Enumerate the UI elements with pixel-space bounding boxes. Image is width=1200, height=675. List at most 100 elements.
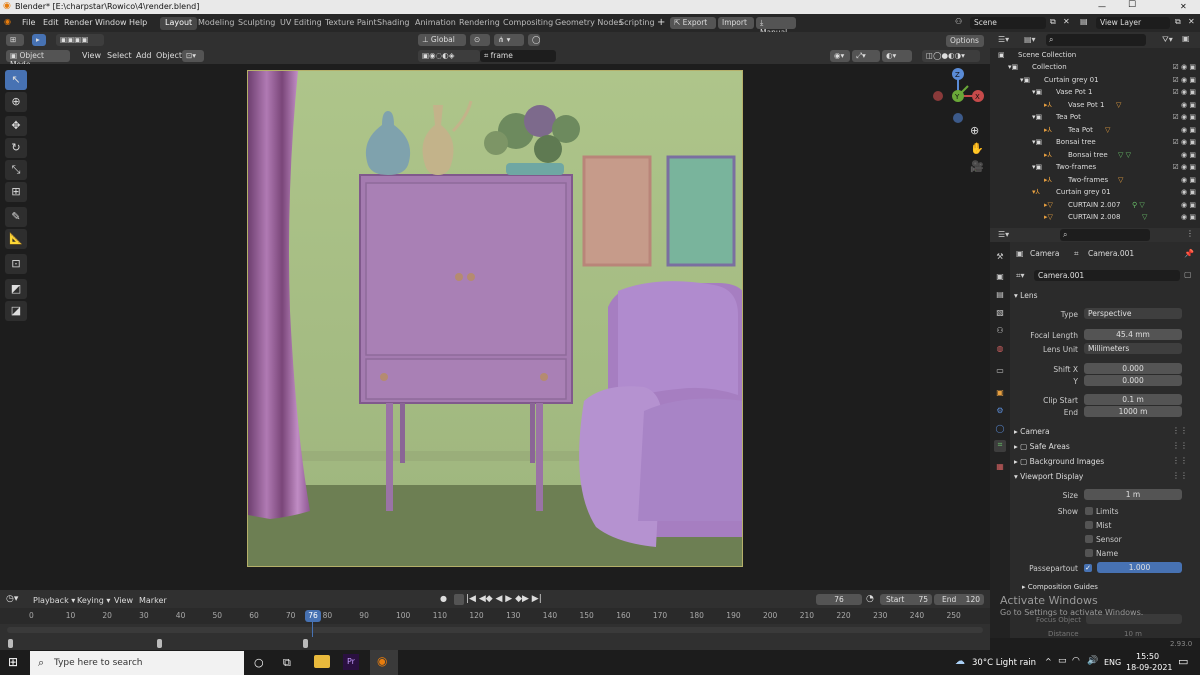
outliner-row[interactable]: ▣ Scene Collection (990, 49, 1200, 62)
menu-object[interactable]: Object (156, 51, 182, 60)
annotate-tool-icon[interactable]: ✎ (5, 207, 27, 227)
start-frame-field[interactable]: Start 75 (880, 594, 932, 605)
task-view-icon[interactable]: ⧉ (283, 656, 291, 670)
outliner-row[interactable]: ▸▽ CURTAIN 2.007 ⚲ ▽ ◉ ▣ (990, 199, 1200, 212)
lens-unit-dropdown[interactable]: Millimeters (1084, 343, 1182, 354)
record-icon[interactable]: ● (440, 594, 447, 603)
cortana-icon[interactable]: ○ (254, 656, 264, 669)
clip-start-field[interactable]: 0.1 m (1084, 394, 1182, 405)
add-workspace-button[interactable]: + (657, 17, 665, 28)
current-frame-field[interactable]: 76 (816, 594, 862, 605)
editor-type-icon[interactable]: ⊞ (6, 34, 24, 46)
pan-hand-icon[interactable]: ✋ (970, 142, 984, 155)
transform-tool-icon[interactable]: ⊞ (5, 182, 27, 202)
selection-mode-icons[interactable]: ▣▣▣▣ (56, 34, 104, 46)
menu-help[interactable]: Help (129, 18, 147, 27)
options-dropdown[interactable]: Options (946, 35, 984, 47)
size-field[interactable]: 1 m (1084, 489, 1182, 500)
shading-mode-icons[interactable]: ◫◯●◐◑▾ (922, 50, 980, 62)
keying-set-icon[interactable] (454, 594, 464, 605)
add-cube-tool-icon[interactable]: ⊡ (5, 254, 27, 274)
composition-guides-section[interactable]: ▸ Composition Guides (1022, 583, 1098, 591)
import-button[interactable]: Import (718, 17, 754, 29)
minimize-button[interactable]: — (1098, 2, 1106, 11)
copy-scene-icon[interactable]: ⧉ (1050, 17, 1056, 27)
menu-window[interactable]: Window (95, 18, 127, 27)
tab-uv-editing[interactable]: UV Editing (275, 17, 327, 30)
world-tab-icon[interactable]: ◍ (994, 344, 1006, 356)
menu-view[interactable]: View (82, 51, 101, 60)
visibility-toggle-icons[interactable]: ☑ ◉ ▣ (1173, 88, 1196, 96)
visibility-toggle-icons[interactable]: ◉ ▣ (1181, 213, 1196, 221)
outliner-row[interactable]: ▾▣ Curtain grey 01 ☑ ◉ ▣ (990, 74, 1200, 87)
fake-user-icon[interactable]: ▢ (1184, 270, 1192, 279)
visibility-toggle-icons[interactable]: ◉ ▣ (1181, 126, 1196, 134)
tab-scripting[interactable]: Scripting (614, 17, 660, 30)
tab-shading[interactable]: Shading (372, 17, 415, 30)
mode-dropdown[interactable]: ▣ Object Mode (6, 50, 70, 69)
outliner-row[interactable]: ▾▣ Collection ☑ ◉ ▣ (990, 61, 1200, 74)
view-icons[interactable]: ▣◉◌◐◈ (418, 50, 480, 62)
data-browse-icon[interactable]: ⌗▾ (1016, 271, 1025, 281)
view-layer-selector[interactable]: View Layer (1096, 17, 1170, 29)
passepartout-checkbox[interactable]: ✓ (1084, 564, 1092, 572)
menu-keying[interactable]: Keying ▾ (77, 596, 110, 605)
weather-text[interactable]: 30°C Light rain (972, 658, 1036, 668)
modifier-tab-icon[interactable]: ⚙ (994, 406, 1006, 418)
windows-start-icon[interactable]: ⊞ (8, 655, 18, 669)
limits-checkbox[interactable] (1085, 507, 1093, 515)
visibility-toggle-icons[interactable]: ☑ ◉ ▣ (1173, 76, 1196, 84)
menu-add[interactable]: Add (136, 51, 152, 60)
range-handle-mid[interactable] (157, 639, 162, 648)
visibility-toggle-icons[interactable]: ☑ ◉ ▣ (1173, 113, 1196, 121)
outliner-row[interactable]: ▸⅄ Tea Pot ▽ ◉ ▣ (990, 124, 1200, 137)
scene-tab-icon[interactable]: ⚇ (994, 326, 1006, 338)
distance-field[interactable]: 10 m (1124, 630, 1142, 638)
zoom-icon[interactable]: ⊕ (970, 124, 979, 137)
menu-file[interactable]: File (22, 18, 35, 27)
visibility-toggle-icons[interactable]: ◉ ▣ (1181, 101, 1196, 109)
copy-layer-icon[interactable]: ⧉ (1175, 17, 1181, 27)
outliner-row[interactable]: ▾▣ Tea Pot ☑ ◉ ▣ (990, 111, 1200, 124)
timeline-scrollbar[interactable] (7, 627, 983, 633)
menu-timeline-view[interactable]: View (114, 596, 133, 605)
display-mode-icon[interactable]: ▤▾ (1024, 35, 1036, 44)
overlay-toggle-icon[interactable]: ◐▾ (882, 50, 912, 62)
camera-data-tab-icon[interactable]: ⌗ (994, 440, 1006, 452)
network-icon[interactable]: ▭ (1058, 656, 1067, 666)
name-checkbox[interactable] (1085, 549, 1093, 557)
lens-section-header[interactable]: ▾ Lens (1014, 291, 1037, 300)
manual-button[interactable]: ⤓ Manual (756, 17, 796, 37)
maximize-button[interactable]: ☐ (1128, 0, 1136, 10)
clock-date[interactable]: 18-09-2021 (1126, 663, 1173, 672)
language-indicator[interactable]: ENG (1104, 658, 1121, 667)
shift-y-field[interactable]: 0.000 (1084, 375, 1182, 386)
drag-handle-icon[interactable]: ⋮⋮ (1172, 471, 1188, 480)
camera-data-name-field[interactable]: Camera.001 (1034, 270, 1180, 281)
tab-sculpting[interactable]: Sculpting (233, 17, 280, 30)
range-handle-start[interactable] (8, 639, 13, 648)
playback-controls-icons[interactable]: |◀ ◀◆ ◀ ▶ ◆▶ ▶| (466, 594, 542, 604)
file-explorer-icon[interactable] (314, 655, 330, 668)
drag-handle-icon[interactable]: ⋮⋮ (1172, 456, 1188, 465)
select-box-tool-icon[interactable]: ↖ (5, 70, 27, 90)
camera-view-icon[interactable]: 🎥 (970, 160, 984, 173)
mist-checkbox[interactable] (1085, 521, 1093, 529)
outliner-row[interactable]: ▸▽ CURTAIN 2.008 ▽ ◉ ▣ (990, 211, 1200, 224)
sensor-checkbox[interactable] (1085, 535, 1093, 543)
focal-length-field[interactable]: 45.4 mm (1084, 329, 1182, 340)
outliner-row[interactable]: ▾⅄ Curtain grey 01 ◉ ▣ (990, 186, 1200, 199)
menu-edit[interactable]: Edit (43, 18, 59, 27)
blender-taskbar-button[interactable]: ◉ (370, 650, 398, 675)
tool-tab-icon[interactable]: ⚒ (994, 252, 1006, 264)
blender-menu-icon[interactable]: ◉ (4, 17, 11, 26)
outliner-row[interactable]: ▸⅄ Bonsai tree ▽ ▽ ◉ ▣ (990, 149, 1200, 162)
outliner-search-input[interactable]: ⌕ (1046, 34, 1146, 46)
camera-selector[interactable]: ⌗ frame (480, 50, 556, 62)
proportional-icon[interactable]: ◯ (528, 34, 540, 46)
view-layer-tab-icon[interactable]: ▧ (994, 308, 1006, 320)
timeline-editor-icon[interactable]: ◷▾ (6, 594, 18, 604)
navigation-gizmo[interactable]: Z X Y (930, 66, 986, 126)
pivot-icon[interactable]: ⊙ (470, 34, 490, 46)
wifi-icon[interactable]: ◠ (1072, 656, 1080, 666)
